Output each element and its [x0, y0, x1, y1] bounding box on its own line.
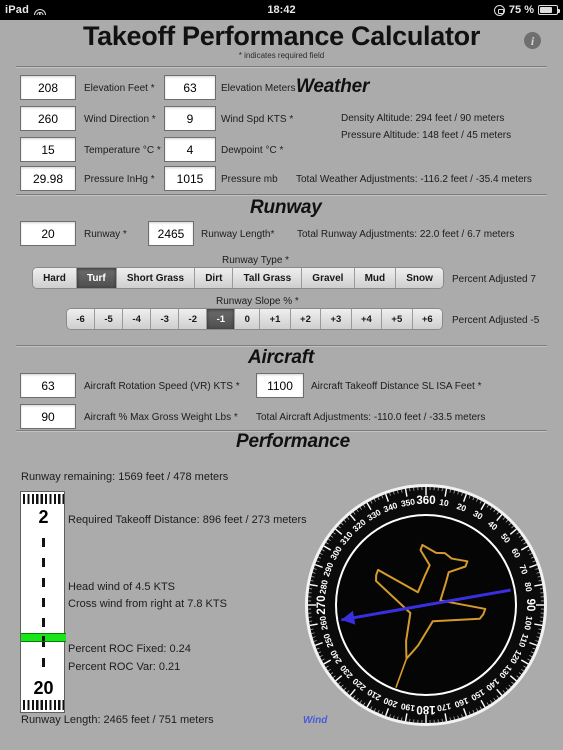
runway-type-option-turf[interactable]: Turf — [76, 268, 117, 288]
section-title-runway: Runway — [250, 197, 322, 218]
divider-runway-top — [16, 194, 547, 195]
pressure-mb-label: Pressure mb — [221, 174, 278, 185]
cross-wind-readout: Cross wind from right at 7.8 KTS — [68, 598, 227, 610]
section-title-weather: Weather — [296, 76, 370, 97]
compass-tick-label-360: 360 — [416, 495, 435, 507]
temperature-label: Temperature °C * — [84, 145, 161, 156]
runway-length-readout: Runway Length: 2465 feet / 751 meters — [21, 714, 214, 726]
section-title-aircraft: Aircraft — [248, 347, 314, 368]
dewpoint-input[interactable]: 4 — [164, 137, 216, 162]
runway-threshold-markings-top — [23, 494, 64, 504]
runway-type-segmented-control[interactable]: Hard Turf Short Grass Dirt Tall Grass Gravel M… — [32, 267, 444, 289]
compass-svg: 360 10 20304050607080901001101201301401501… — [305, 484, 547, 726]
density-altitude-readout: Density Altitude: 294 feet / 90 meters — [341, 113, 505, 124]
wind-label: Wind — [303, 715, 328, 726]
runway-number-top: 2 — [38, 507, 49, 527]
status-bar-clock: 18:42 — [267, 4, 296, 16]
runway-slope-option--1[interactable]: -1 — [207, 309, 236, 329]
runway-slope-option--5[interactable]: -5 — [95, 309, 124, 329]
required-field-note: * indicates required field — [238, 51, 325, 60]
rotation-speed-input[interactable]: 63 — [20, 373, 76, 398]
runway-length-input[interactable]: 2465 — [148, 221, 194, 246]
runway-slope-option--4[interactable]: -4 — [123, 309, 152, 329]
dewpoint-label: Dewpoint °C * — [221, 145, 284, 156]
elevation-meters-input[interactable]: 63 — [164, 75, 216, 100]
runway-threshold-markings-bottom — [23, 700, 64, 710]
pressure-altitude-readout: Pressure Altitude: 148 feet / 45 meters — [341, 130, 512, 141]
wind-compass-rose: 360 10 20 30 40 50 60 70 80 90 100 110 120 130 140 150 1… — [303, 482, 549, 728]
runway-type-option-short-grass[interactable]: Short Grass — [116, 268, 196, 288]
rotation-speed-label: Aircraft Rotation Speed (VR) KTS * — [84, 381, 240, 392]
head-wind-readout: Head wind of 4.5 KTS — [68, 581, 176, 593]
runway-slope-option--6[interactable]: -6 — [67, 309, 96, 329]
ios-status-bar: iPad 18:42 75 % — [0, 0, 563, 20]
elevation-feet-input[interactable]: 208 — [20, 75, 76, 100]
runway-type-option-snow[interactable]: Snow — [396, 268, 443, 288]
takeoff-distance-sl-isa-label: Aircraft Takeoff Distance SL ISA Feet * — [311, 381, 482, 392]
compass-tick-label-270: 270 — [316, 595, 328, 614]
runway-slope-segmented-control[interactable]: -6 -5 -4 -3 -2 -1 0 +1 +2 +3 +4 +5 +6 — [66, 308, 443, 330]
runway-type-option-tall-grass[interactable]: Tall Grass — [233, 268, 303, 288]
section-title-performance: Performance — [236, 431, 350, 452]
takeoff-distance-sl-isa-input[interactable]: 1100 — [256, 373, 304, 398]
runway-remaining-readout: Runway remaining: 1569 feet / 478 meters — [21, 471, 229, 483]
temperature-input[interactable]: 15 — [20, 137, 76, 162]
runway-input[interactable]: 20 — [20, 221, 76, 246]
total-runway-adjustments-readout: Total Runway Adjustments: 22.0 feet / 6.… — [297, 229, 515, 240]
runway-type-option-gravel[interactable]: Gravel — [302, 268, 355, 288]
runway-type-option-dirt[interactable]: Dirt — [195, 268, 234, 288]
compass-tick-label-10: 10 — [439, 497, 450, 509]
runway-slope-option--3[interactable]: -3 — [151, 309, 180, 329]
status-bar-right: 75 % — [493, 4, 560, 16]
runway-slope-option-+5[interactable]: +5 — [382, 309, 413, 329]
battery-percent-label: 75 % — [508, 4, 534, 16]
compass-tick-label-180: 180 — [416, 703, 435, 715]
wind-direction-label: Wind Direction * — [84, 114, 156, 125]
runway-strip-graphic: 2 20 — [20, 491, 66, 713]
takeoff-point-marker — [21, 633, 66, 642]
runway-slope-option-+6[interactable]: +6 — [412, 309, 442, 329]
runway-type-option-mud[interactable]: Mud — [354, 268, 397, 288]
takeoff-performance-calculator-app: iPad 18:42 75 % Takeoff Performance Calc… — [0, 0, 563, 750]
runway-type-label: Runway Type * — [222, 255, 290, 266]
percent-roc-var-readout: Percent ROC Var: 0.21 — [68, 661, 181, 673]
title-bar: Takeoff Performance Calculator * indicat… — [0, 20, 563, 62]
runway-slope-label: Runway Slope % * — [216, 296, 299, 307]
elevation-meters-label: Elevation Meters — [221, 83, 296, 94]
info-icon[interactable]: i — [524, 32, 541, 49]
wind-speed-label: Wind Spd KTS * — [221, 114, 294, 125]
elevation-feet-label: Elevation Feet * — [84, 83, 155, 94]
rotation-lock-icon — [493, 4, 505, 16]
runway-slope-option-0[interactable]: 0 — [235, 309, 261, 329]
runway-type-option-hard[interactable]: Hard — [33, 268, 77, 288]
pressure-inhg-label: Pressure InHg * — [84, 174, 155, 185]
runway-type-percent-adjusted: Percent Adjusted 7 — [452, 274, 536, 285]
runway-centerline — [42, 538, 45, 668]
max-gross-weight-label: Aircraft % Max Gross Weight Lbs * — [84, 412, 238, 423]
wind-direction-input[interactable]: 260 — [20, 106, 76, 131]
percent-roc-fixed-readout: Percent ROC Fixed: 0.24 — [68, 643, 191, 655]
compass-tick-label-80: 80 — [523, 581, 535, 592]
total-weather-adjustments-readout: Total Weather Adjustments: -116.2 feet /… — [296, 174, 532, 185]
total-aircraft-adjustments-readout: Total Aircraft Adjustments: -110.0 feet … — [256, 412, 486, 423]
runway-slope-option-+2[interactable]: +2 — [290, 309, 322, 329]
runway-slope-option-+4[interactable]: +4 — [351, 309, 383, 329]
pressure-inhg-input[interactable]: 29.98 — [20, 166, 76, 191]
required-takeoff-distance-readout: Required Takeoff Distance: 896 feet / 27… — [68, 514, 307, 526]
battery-icon — [538, 5, 560, 15]
runway-label: Runway * — [84, 229, 127, 240]
pressure-mb-input[interactable]: 1015 — [164, 166, 216, 191]
page-title: Takeoff Performance Calculator — [82, 21, 481, 51]
max-gross-weight-input[interactable]: 90 — [20, 404, 76, 429]
runway-number-bottom: 20 — [33, 678, 54, 698]
runway-slope-option-+1[interactable]: +1 — [260, 309, 291, 329]
runway-length-label: Runway Length* — [201, 229, 275, 240]
wind-speed-input[interactable]: 9 — [164, 106, 216, 131]
runway-slope-percent-adjusted: Percent Adjusted -5 — [452, 315, 540, 326]
divider-aircraft-top — [16, 345, 547, 346]
runway-slope-option--2[interactable]: -2 — [179, 309, 208, 329]
divider-weather-top — [16, 66, 547, 67]
compass-tick-label-90: 90 — [524, 599, 536, 612]
runway-slope-option-+3[interactable]: +3 — [321, 309, 352, 329]
